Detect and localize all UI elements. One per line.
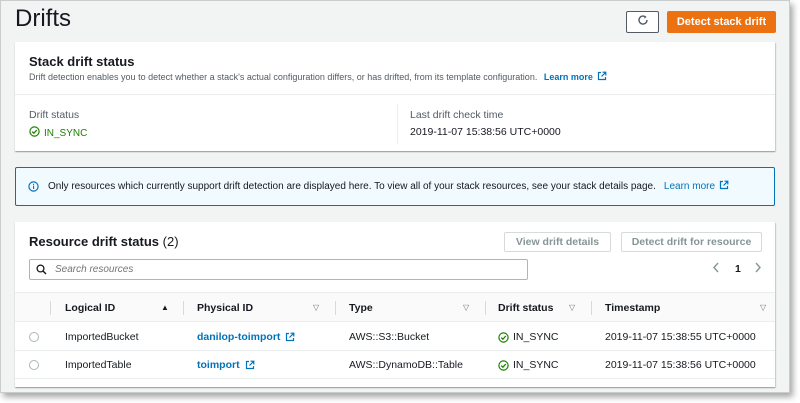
- check-circle-icon: [498, 331, 509, 343]
- check-circle-icon: [29, 126, 40, 140]
- physical-id-text: toimport: [197, 359, 240, 371]
- sort-ascending-icon[interactable]: ▲: [161, 303, 169, 312]
- resource-count: (2): [162, 234, 179, 249]
- physical-id-link[interactable]: danilop-toimport: [197, 323, 295, 351]
- sort-caret-icon[interactable]: ▽: [463, 303, 469, 312]
- sort-caret-icon[interactable]: ▽: [313, 303, 319, 312]
- current-page[interactable]: 1: [735, 263, 741, 275]
- check-circle-icon: [498, 359, 509, 371]
- external-link-icon: [595, 71, 607, 82]
- col-physical-id[interactable]: Physical ID: [197, 293, 253, 323]
- drift-status-label: Drift status: [29, 109, 80, 121]
- learn-more-label: Learn more: [543, 72, 593, 82]
- refresh-icon: [637, 13, 649, 31]
- info-learn-more-label: Learn more: [663, 181, 716, 192]
- sort-caret-icon[interactable]: ▽: [760, 303, 766, 312]
- timestamp-cell: 2019-11-07 15:38:55 UTC+0000: [605, 331, 756, 343]
- row-select-radio[interactable]: [29, 332, 39, 342]
- column-separator: [591, 301, 592, 315]
- search-input[interactable]: [53, 263, 523, 276]
- detect-drift-for-resource-button[interactable]: Detect drift for resource: [621, 232, 762, 252]
- info-learn-more-link[interactable]: Learn more: [664, 180, 729, 193]
- info-alert: Only resources which currently support d…: [15, 167, 775, 206]
- info-text: Only resources which currently support d…: [48, 181, 656, 192]
- physical-id-text: danilop-toimport: [197, 331, 281, 343]
- sort-caret-icon[interactable]: ▽: [569, 303, 575, 312]
- timestamp-cell: 2019-11-07 15:38:56 UTC+0000: [605, 359, 756, 371]
- learn-more-link[interactable]: Learn more: [543, 71, 608, 82]
- physical-id-link[interactable]: toimport: [197, 351, 255, 379]
- table-row[interactable]: ImportedBucket danilop-toimport AWS::S3:…: [15, 323, 775, 351]
- detect-stack-drift-button[interactable]: Detect stack drift: [667, 11, 776, 33]
- refresh-button[interactable]: [626, 11, 659, 33]
- drifts-page: Drifts Detect stack drift Stack drift st…: [0, 0, 790, 393]
- column-separator: [335, 301, 336, 315]
- drift-status-text: IN_SYNC: [44, 127, 88, 139]
- row-select-radio[interactable]: [29, 360, 39, 370]
- resource-drift-title-text: Resource drift status: [29, 234, 160, 249]
- external-link-icon: [285, 332, 295, 342]
- drift-status-text: IN_SYNC: [513, 359, 559, 371]
- stack-drift-status-panel: Stack drift status Drift detection enabl…: [15, 42, 775, 151]
- chevron-left-icon: [712, 262, 720, 276]
- drift-status-text: IN_SYNC: [513, 331, 559, 343]
- external-link-icon: [245, 360, 255, 370]
- search-box[interactable]: [29, 259, 528, 280]
- description-text: Drift detection enables you to detect wh…: [29, 72, 538, 82]
- column-separator: [50, 301, 51, 315]
- type-cell: AWS::S3::Bucket: [349, 331, 430, 343]
- drift-status-cell: IN_SYNC: [498, 351, 559, 379]
- drift-status-value: IN_SYNC: [29, 126, 87, 140]
- stack-drift-description: Drift detection enables you to detect wh…: [29, 71, 769, 82]
- last-check-label: Last drift check time: [410, 109, 504, 121]
- panel-divider: [15, 94, 775, 95]
- drift-status-cell: IN_SYNC: [498, 323, 559, 351]
- col-drift-status[interactable]: Drift status: [498, 293, 553, 323]
- column-separator: [183, 301, 184, 315]
- column-divider: [397, 104, 398, 144]
- col-timestamp[interactable]: Timestamp: [605, 293, 660, 323]
- prev-page-button[interactable]: [712, 262, 720, 276]
- logical-id-cell: ImportedTable: [65, 359, 132, 371]
- info-icon: [28, 181, 39, 192]
- search-icon: [36, 264, 47, 275]
- page-title: Drifts: [15, 5, 71, 32]
- type-cell: AWS::DynamoDB::Table: [349, 359, 463, 371]
- table-row[interactable]: ImportedTable toimport AWS::DynamoDB::Ta…: [15, 351, 775, 379]
- next-page-button[interactable]: [754, 262, 762, 276]
- col-logical-id[interactable]: Logical ID: [65, 293, 115, 323]
- view-drift-details-button[interactable]: View drift details: [504, 232, 611, 252]
- external-link-icon: [715, 180, 729, 193]
- resource-drift-title: Resource drift status (2): [29, 234, 179, 249]
- logical-id-cell: ImportedBucket: [65, 331, 139, 343]
- table-header: Logical ID ▲ Physical ID ▽ Type ▽ Drift …: [15, 292, 775, 322]
- col-type[interactable]: Type: [349, 293, 373, 323]
- last-check-value: 2019-11-07 15:38:56 UTC+0000: [410, 126, 561, 138]
- stack-drift-status-title: Stack drift status: [29, 54, 135, 69]
- chevron-right-icon: [754, 262, 762, 276]
- column-separator: [485, 301, 486, 315]
- resource-drift-status-panel: Resource drift status (2) View drift det…: [15, 222, 775, 387]
